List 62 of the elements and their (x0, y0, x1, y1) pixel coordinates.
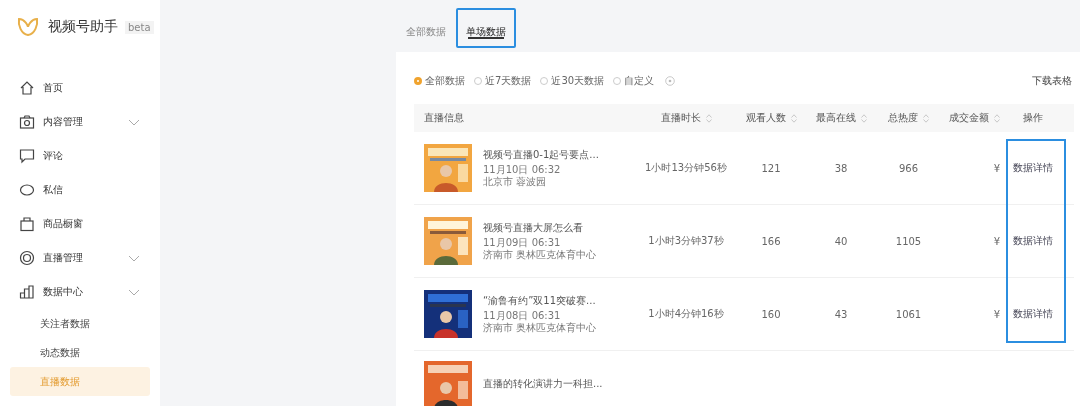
viewer-count: 160 (761, 308, 781, 320)
viewer-count: 121 (761, 162, 781, 174)
column-header: 直播信息 (424, 111, 464, 125)
column-header: 成交金额 (949, 111, 989, 125)
radio-option[interactable]: 全部数据 (414, 74, 465, 88)
heat-value: 1105 (895, 235, 922, 247)
nav-item[interactable]: 评论 (0, 139, 160, 173)
nav-item[interactable]: 私信 (0, 173, 160, 207)
details-link[interactable]: 数据详情 (1013, 308, 1053, 319)
bar-chart-icon (19, 284, 35, 300)
duration: 1小时13分钟56秒 (645, 162, 727, 173)
tab[interactable]: 全部数据 (396, 8, 456, 48)
nav-item[interactable]: 首页 (0, 71, 160, 105)
column-header: 最高在线 (815, 111, 856, 125)
heat-value: 966 (898, 162, 919, 174)
radio-option[interactable]: 近7天数据 (474, 74, 532, 88)
tab[interactable]: 单场数据 (456, 8, 516, 48)
chat-bubble-icon (19, 148, 35, 164)
sales-amount: ¥ (993, 162, 1000, 174)
stream-date: 11月10日 06:32 (483, 164, 562, 176)
home-icon (19, 80, 35, 96)
beta-badge: beta (125, 20, 154, 34)
nav-item[interactable]: 内容管理 (0, 105, 160, 139)
peak-online: 38 (834, 162, 848, 174)
stream-title: “渝鲁有约”双11突破赛... (483, 294, 597, 308)
peak-online: 43 (834, 308, 848, 320)
stream-location: 北京市 蓉波园 (483, 176, 548, 188)
column-header: 观看人数 (745, 111, 786, 125)
download-link[interactable]: 下载表格 (1032, 74, 1072, 88)
camera-icon (19, 114, 35, 130)
logo-icon (17, 17, 39, 37)
details-link[interactable]: 数据详情 (1013, 162, 1053, 173)
app-title: 视频号助手 (48, 18, 118, 36)
duration: 1小时3分钟37秒 (648, 235, 724, 246)
stream-title: 直播的转化演讲力一科担... (483, 377, 603, 391)
column-header: 总热度 (888, 111, 918, 125)
shopping-bag-icon (19, 216, 35, 232)
column-header: 直播时长 (660, 111, 701, 125)
peak-online: 40 (834, 235, 848, 247)
nav-subitem[interactable]: 动态数据 (10, 338, 150, 367)
nav-subitem[interactable]: 关注者数据 (10, 309, 150, 338)
nav-item[interactable]: 商品橱窗 (0, 207, 160, 241)
details-link[interactable]: 数据详情 (1013, 235, 1053, 246)
viewer-count: 166 (761, 235, 781, 247)
stream-date: 11月08日 06:31 (483, 310, 562, 322)
column-header: 操作 (1023, 111, 1043, 125)
stream-title: 视频号直播大屏怎么看 (483, 221, 584, 235)
radio-option[interactable]: 自定义 (613, 74, 655, 88)
target-icon (19, 250, 35, 266)
stream-location: 济南市 奥林匹克体育中心 (483, 322, 597, 334)
sales-amount: ¥ (993, 308, 1000, 320)
info-icon (665, 76, 676, 86)
radio-option[interactable]: 近30天数据 (540, 74, 605, 88)
stream-title: 视频号直播0-1起号要点... (483, 148, 599, 162)
nav-item[interactable]: 数据中心 (0, 275, 160, 309)
sales-amount: ¥ (993, 235, 1000, 247)
duration: 1小时4分钟16秒 (648, 308, 724, 319)
stream-location: 济南市 奥林匹克体育中心 (483, 249, 597, 261)
speech-bubble-icon (19, 182, 35, 198)
heat-value: 1061 (895, 308, 922, 320)
stream-date: 11月09日 06:31 (483, 237, 562, 249)
nav-item[interactable]: 直播管理 (0, 241, 160, 275)
